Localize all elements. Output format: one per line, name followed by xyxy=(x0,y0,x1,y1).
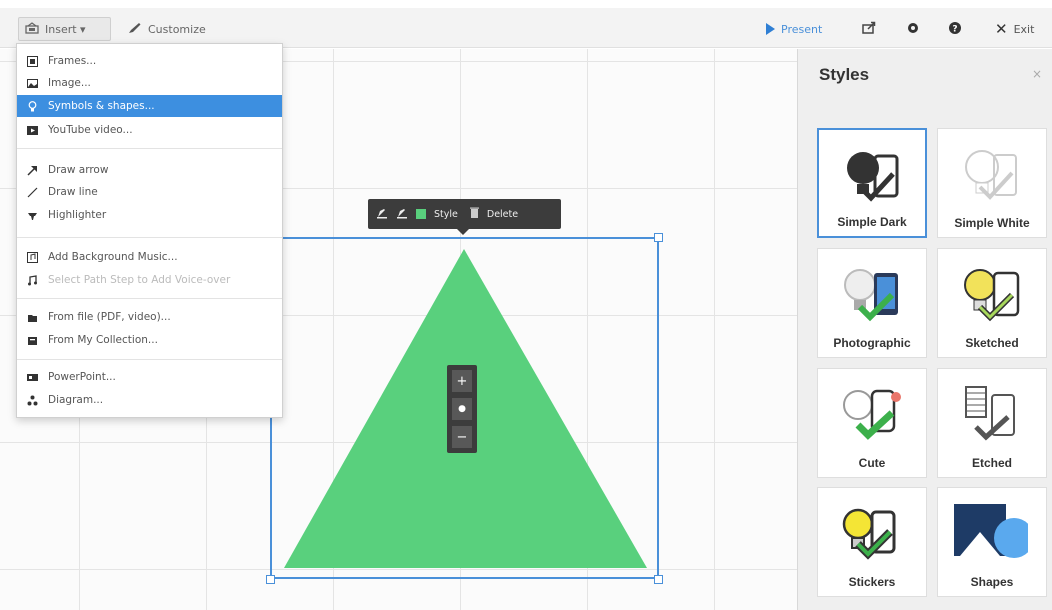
style-tile-etched[interactable]: Etched xyxy=(937,368,1047,478)
menu-item-symbols-shapes[interactable]: Symbols & shapes... xyxy=(17,95,282,117)
menu-item-add-background-music[interactable]: Add Background Music... xyxy=(17,246,282,268)
share-icon xyxy=(862,21,876,37)
menu-item-image[interactable]: Image... xyxy=(17,72,282,94)
resize-handle-top-right[interactable] xyxy=(654,233,663,242)
tile-label: Shapes xyxy=(970,575,1014,589)
tile-label: Stickers xyxy=(848,575,896,589)
menu-item-voice-over: Select Path Step to Add Voice-over xyxy=(17,269,282,291)
help-icon: ? xyxy=(948,21,962,38)
panel-title: Styles xyxy=(819,65,870,84)
menu-item-label: Symbols & shapes... xyxy=(48,100,155,112)
menu-item-label: Frames... xyxy=(48,55,97,67)
delete-button[interactable]: Delete xyxy=(487,209,518,220)
tile-label: Simple White xyxy=(954,216,1030,230)
zoom-reset-button[interactable]: ● xyxy=(452,398,472,420)
style-tile-cute[interactable]: Cute xyxy=(817,368,927,478)
highlighter-icon xyxy=(27,210,38,221)
image-icon xyxy=(27,78,38,89)
share-button[interactable] xyxy=(862,17,876,41)
style-tile-simple-white[interactable]: Simple White xyxy=(937,128,1047,238)
close-icon: ✕ xyxy=(995,20,1008,38)
music-note-icon xyxy=(27,274,38,286)
menu-item-label: YouTube video... xyxy=(48,124,133,136)
insert-menu: Frames... Image... Symbols & shapes... Y… xyxy=(16,43,283,418)
color-swatch-icon[interactable] xyxy=(416,209,426,219)
style-tile-simple-dark[interactable]: Simple Dark xyxy=(817,128,927,238)
menu-divider xyxy=(17,237,282,238)
help-button[interactable]: ? xyxy=(948,17,962,41)
line-icon xyxy=(27,187,38,198)
menu-divider xyxy=(17,298,282,299)
simple-white-icon xyxy=(965,150,1017,200)
styles-panel: Styles × Simple Dark Simple White Photog… xyxy=(797,49,1052,610)
panel-close-button[interactable]: × xyxy=(1032,67,1042,81)
menu-item-youtube-video[interactable]: YouTube video... xyxy=(17,119,282,141)
gear-icon xyxy=(906,21,920,38)
menu-item-frames[interactable]: Frames... xyxy=(17,50,282,72)
diagram-icon xyxy=(27,395,38,406)
resize-handle-bottom-left[interactable] xyxy=(266,575,275,584)
exit-button[interactable]: ✕ Exit xyxy=(995,17,1034,41)
menu-item-powerpoint[interactable]: PowerPoint... xyxy=(17,366,282,388)
style-tile-shapes[interactable]: Shapes xyxy=(937,487,1047,597)
menu-item-label: Highlighter xyxy=(48,209,107,221)
menu-item-label: Diagram... xyxy=(48,394,104,406)
menu-item-label: Draw arrow xyxy=(48,164,109,176)
menu-item-from-file[interactable]: From file (PDF, video)... xyxy=(17,306,282,328)
powerpoint-icon xyxy=(27,372,38,383)
menu-divider xyxy=(17,359,282,360)
shape-context-toolbar: Style Delete xyxy=(368,199,561,229)
collection-icon xyxy=(27,335,38,346)
sketched-icon xyxy=(964,269,1020,322)
cute-icon xyxy=(843,389,901,440)
tile-label: Sketched xyxy=(965,336,1019,350)
stickers-icon xyxy=(842,508,896,560)
style-tile-sketched[interactable]: Sketched xyxy=(937,248,1047,358)
tile-label: Etched xyxy=(971,456,1012,470)
menu-item-label: From My Collection... xyxy=(48,334,158,346)
menu-item-draw-arrow[interactable]: Draw arrow xyxy=(17,159,282,181)
menu-item-from-my-collection[interactable]: From My Collection... xyxy=(17,329,282,351)
zoom-out-button[interactable]: − xyxy=(452,426,472,448)
tile-label: Cute xyxy=(858,456,886,470)
menu-item-highlighter[interactable]: Highlighter xyxy=(17,204,282,226)
frame-icon xyxy=(27,55,38,67)
zoom-control: + ● − xyxy=(447,365,477,453)
zoom-in-button[interactable]: + xyxy=(452,370,472,392)
tile-label: Simple Dark xyxy=(837,215,907,229)
simple-dark-icon xyxy=(847,152,899,202)
menu-item-label: Add Background Music... xyxy=(48,251,178,263)
settings-button[interactable] xyxy=(906,17,920,41)
resize-handle-bottom-right[interactable] xyxy=(654,575,663,584)
svg-text:?: ? xyxy=(952,24,957,34)
music-box-icon xyxy=(27,251,38,263)
send-backward-icon[interactable] xyxy=(396,207,408,222)
menu-item-label: Draw line xyxy=(48,186,98,198)
style-tile-stickers[interactable]: Stickers xyxy=(817,487,927,597)
lightbulb-icon xyxy=(27,100,38,112)
exit-label: Exit xyxy=(1013,22,1035,36)
menu-item-label: PowerPoint... xyxy=(48,371,116,383)
photographic-icon xyxy=(844,269,898,322)
style-button[interactable]: Style xyxy=(434,209,458,220)
tile-label: Photographic xyxy=(833,336,911,350)
shapes-icon xyxy=(954,504,1028,558)
file-icon xyxy=(27,312,38,323)
context-toolbar-pointer xyxy=(457,229,469,235)
youtube-icon xyxy=(27,125,38,136)
etched-icon xyxy=(965,386,1015,441)
menu-divider xyxy=(17,148,282,149)
menu-item-diagram[interactable]: Diagram... xyxy=(17,389,282,411)
arrow-icon xyxy=(27,165,38,176)
menu-item-label: Select Path Step to Add Voice-over xyxy=(48,274,231,286)
menu-item-draw-line[interactable]: Draw line xyxy=(17,181,282,203)
trash-icon[interactable] xyxy=(469,207,479,221)
menu-item-label: Image... xyxy=(48,77,91,89)
style-tile-photographic[interactable]: Photographic xyxy=(817,248,927,358)
menu-item-label: From file (PDF, video)... xyxy=(48,311,171,323)
bring-forward-icon[interactable] xyxy=(376,207,388,222)
